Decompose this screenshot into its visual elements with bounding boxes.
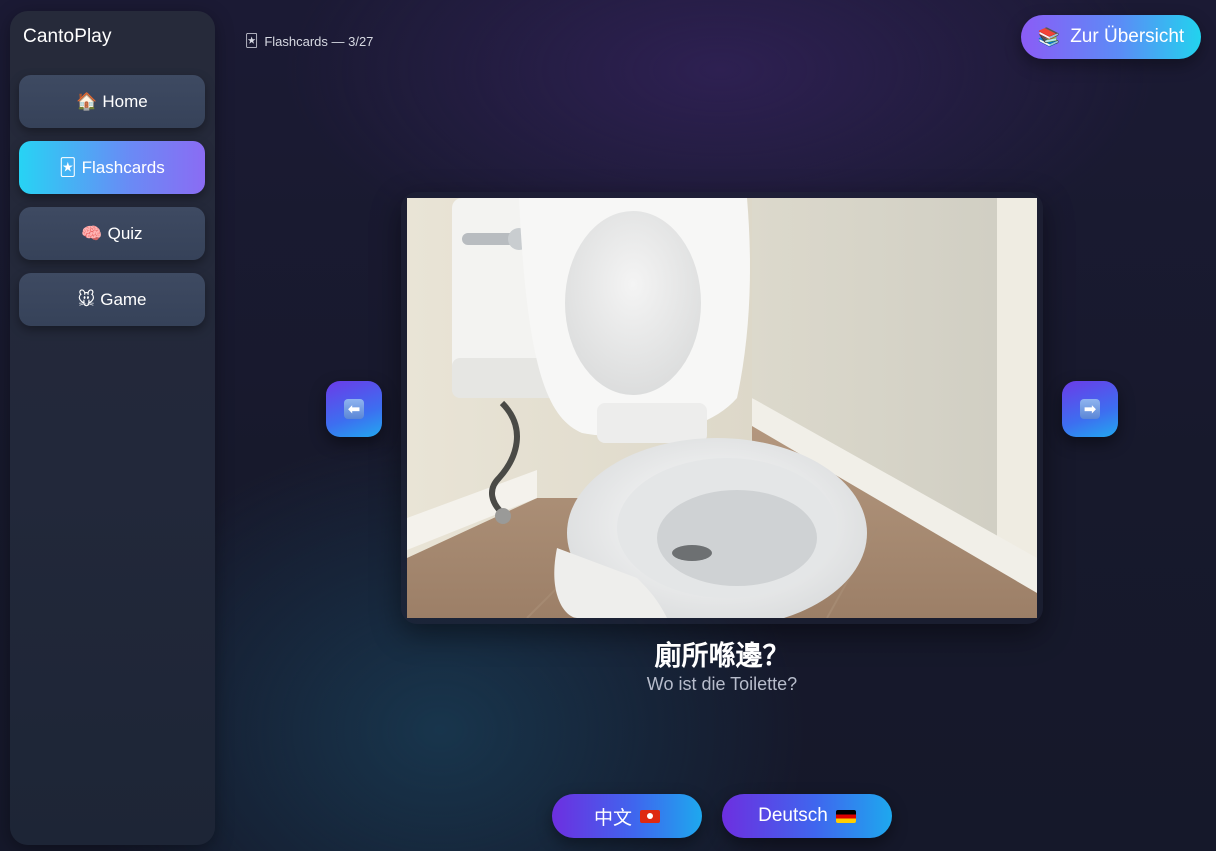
books-icon: 📚: [1037, 26, 1061, 47]
card-icon: 🃏: [245, 33, 259, 48]
chinese-audio-button[interactable]: 中文: [552, 794, 702, 838]
sidebar-item-quiz[interactable]: 🧠 Quiz: [19, 207, 205, 260]
brain-icon: 🧠: [81, 224, 103, 243]
phrase-german: Wo ist die Toilette?: [646, 674, 798, 694]
germany-flag-icon: [835, 809, 856, 823]
mouse-icon: 🐭: [77, 290, 96, 309]
sidebar: CantoPlay 🏠 Home 🃏 Flashcards 🧠 Quiz 🐭 G…: [10, 11, 215, 845]
sidebar-item-label: Flashcards: [81, 157, 165, 177]
breadcrumb-label: Flashcards — 3/27: [264, 33, 374, 49]
app-brand: CantoPlay: [23, 26, 112, 47]
overview-button[interactable]: 📚 Zur Übersicht: [1021, 15, 1201, 59]
house-icon: 🏠: [76, 92, 98, 111]
phrase-cantonese: 廁所喺邊？: [654, 641, 790, 672]
sidebar-item-game[interactable]: 🐭 Game: [19, 273, 205, 326]
previous-card-button[interactable]: ⬅: [326, 381, 382, 437]
card-icon: 🃏: [59, 158, 77, 177]
overview-button-label: Zur Übersicht: [1070, 26, 1185, 47]
sidebar-item-flashcards[interactable]: 🃏 Flashcards: [19, 141, 205, 194]
german-button-label: Deutsch: [758, 805, 828, 826]
sidebar-item-label: Game: [100, 289, 147, 309]
arrow-left-icon: ⬅: [344, 399, 364, 419]
arrow-right-icon: ➡: [1080, 399, 1100, 419]
chinese-button-label: 中文: [593, 807, 632, 829]
sidebar-item-label: Quiz: [107, 223, 143, 243]
sidebar-item-home[interactable]: 🏠 Home: [19, 75, 205, 128]
flashcard[interactable]: [401, 192, 1043, 624]
next-card-button[interactable]: ➡: [1062, 381, 1118, 437]
breadcrumb: 🃏 Flashcards — 3/27: [245, 33, 373, 49]
hong-kong-flag-icon: [640, 809, 660, 823]
toilet-photo-icon: [407, 198, 1037, 618]
german-audio-button[interactable]: Deutsch: [722, 794, 892, 838]
sidebar-item-label: Home: [102, 91, 148, 111]
